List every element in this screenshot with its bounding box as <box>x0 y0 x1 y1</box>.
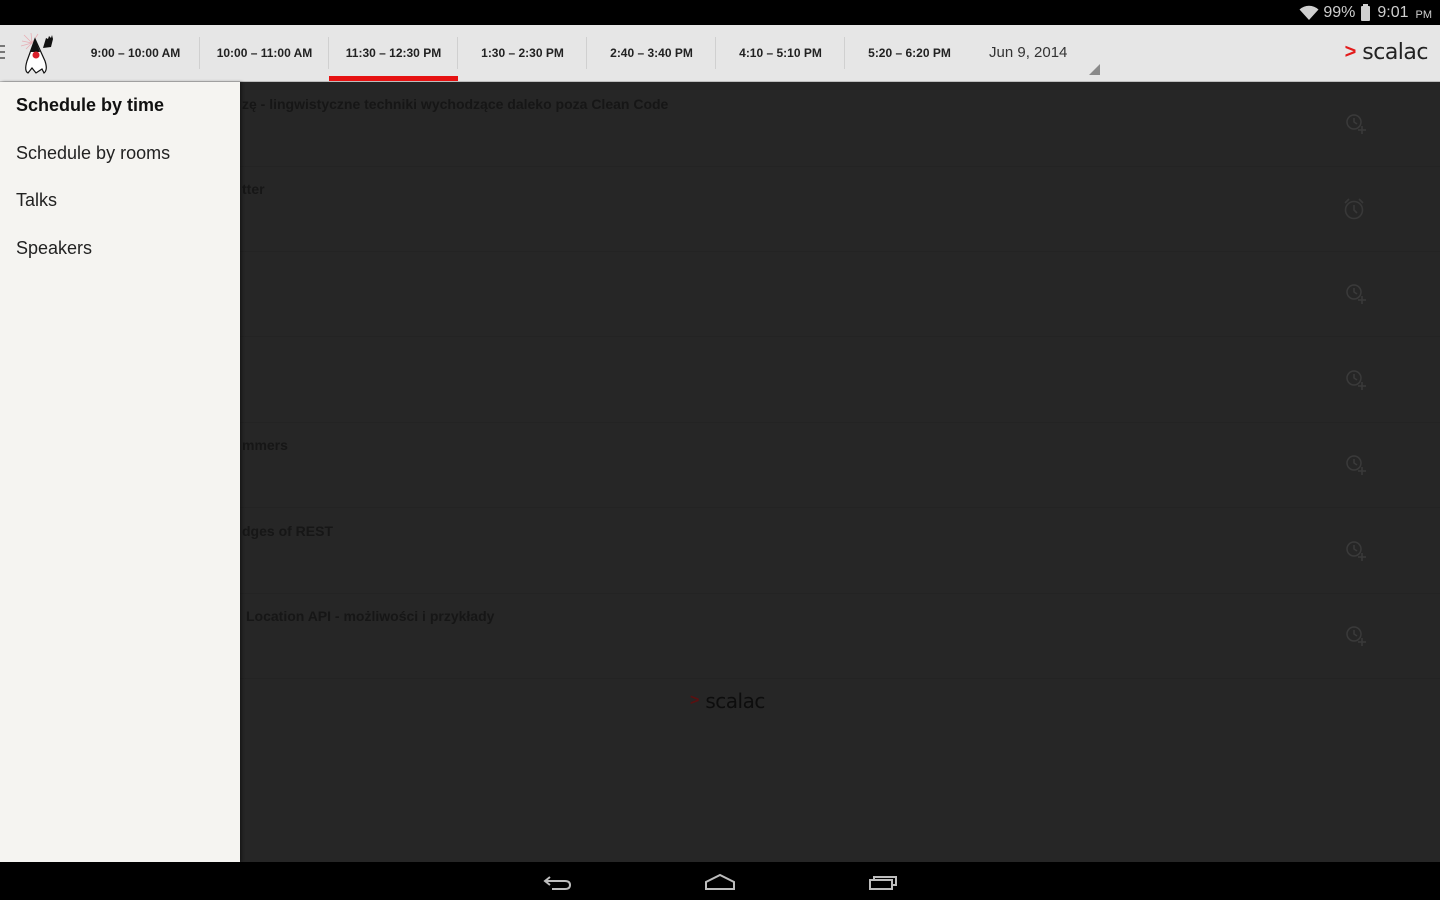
duke-logo-icon[interactable] <box>18 33 56 75</box>
status-icons: 99% 9:01 PM <box>1299 2 1432 24</box>
clock-ampm: PM <box>1415 9 1433 21</box>
talk-title: tter <box>242 181 265 197</box>
drawer-item-speakers[interactable]: Speakers <box>0 225 240 273</box>
tab-label: 11:30 – 12:30 PM <box>345 46 442 60</box>
alarm-add-icon[interactable] <box>1344 368 1368 392</box>
footer-scalac-logo: > scalac <box>690 689 765 713</box>
tab-time-slot-5[interactable]: 2:40 – 3:40 PM <box>587 25 716 81</box>
date-spinner[interactable]: Jun 9, 2014 <box>977 25 1102 81</box>
system-navigation-bar <box>0 862 1440 900</box>
chevron-right-icon: > <box>690 692 700 709</box>
alarm-add-icon[interactable] <box>1344 453 1368 477</box>
tab-label: 2:40 – 3:40 PM <box>610 46 693 60</box>
recent-apps-icon[interactable] <box>862 870 902 894</box>
talk-title: zę - lingwistyczne techniki wychodzące d… <box>242 96 669 112</box>
spinner-dropdown-icon <box>1089 64 1100 75</box>
brand-name: scalac <box>1362 39 1428 65</box>
drawer-toggle-icon[interactable] <box>0 45 6 59</box>
talk-title: dges of REST <box>242 523 334 539</box>
date-label: Jun 9, 2014 <box>989 44 1068 61</box>
status-bar: 99% 9:01 PM <box>0 0 1440 25</box>
navigation-drawer: Schedule by time Schedule by rooms Talks… <box>0 82 240 862</box>
tab-label: 9:00 – 10:00 AM <box>90 46 181 60</box>
alarm-add-icon[interactable] <box>1344 282 1368 306</box>
talk-title: mmers <box>242 437 288 453</box>
clock-time: 9:01 <box>1377 4 1409 21</box>
tab-label: 5:20 – 6:20 PM <box>868 46 951 60</box>
alarm-icon[interactable] <box>1342 197 1366 221</box>
back-icon[interactable] <box>538 870 578 894</box>
tab-time-slot-7[interactable]: 5:20 – 6:20 PM <box>845 25 974 81</box>
tab-label: 1:30 – 2:30 PM <box>481 46 564 60</box>
tab-time-slot-1[interactable]: 9:00 – 10:00 AM <box>71 25 200 81</box>
drawer-item-schedule-by-rooms[interactable]: Schedule by rooms <box>0 130 240 178</box>
chevron-right-icon: > <box>1344 41 1357 63</box>
tab-time-slot-2[interactable]: 10:00 – 11:00 AM <box>200 25 329 81</box>
drawer-item-schedule-by-time[interactable]: Schedule by time <box>0 82 240 130</box>
drawer-item-talks[interactable]: Talks <box>0 177 240 225</box>
home-icon[interactable] <box>700 870 740 894</box>
battery-percent: 99% <box>1323 4 1356 21</box>
tab-label: 10:00 – 11:00 AM <box>216 46 313 60</box>
battery-icon <box>1361 3 1371 21</box>
talk-title: Location API - możliwości i przykłady <box>246 608 495 624</box>
time-slot-tabs: 9:00 – 10:00 AM 10:00 – 11:00 AM 11:30 –… <box>71 25 974 81</box>
tab-label: 4:10 – 5:10 PM <box>739 46 822 60</box>
action-bar: 9:00 – 10:00 AM 10:00 – 11:00 AM 11:30 –… <box>0 25 1440 82</box>
active-tab-indicator <box>329 76 458 81</box>
scalac-logo: > scalac <box>1344 37 1429 67</box>
footer-brand-name: scalac <box>705 689 765 713</box>
alarm-add-icon[interactable] <box>1344 624 1368 648</box>
tab-time-slot-6[interactable]: 4:10 – 5:10 PM <box>716 25 845 81</box>
tab-time-slot-4[interactable]: 1:30 – 2:30 PM <box>458 25 587 81</box>
alarm-add-icon[interactable] <box>1344 112 1368 136</box>
alarm-add-icon[interactable] <box>1344 539 1368 563</box>
tab-time-slot-3[interactable]: 11:30 – 12:30 PM <box>329 25 458 81</box>
wifi-icon <box>1299 5 1319 20</box>
